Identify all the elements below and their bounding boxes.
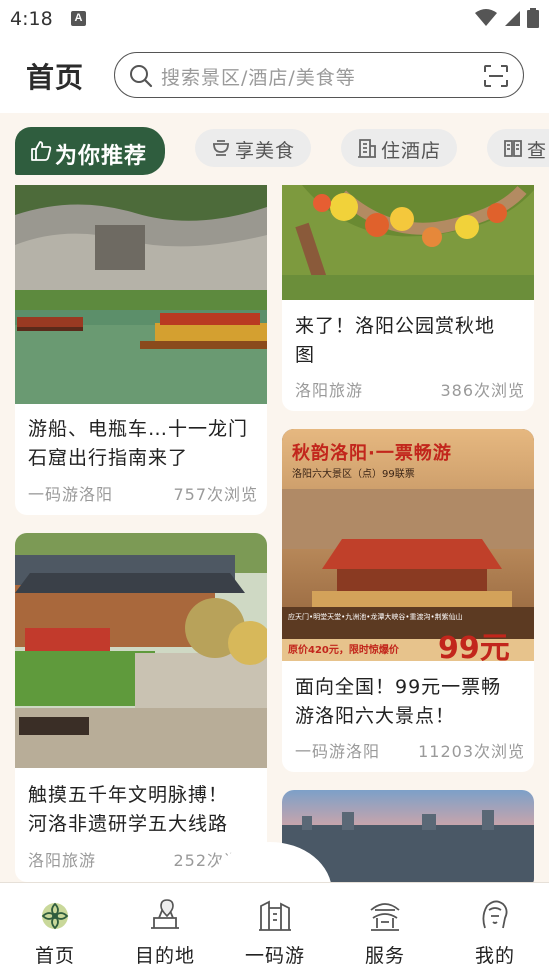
tab-label: 查 (527, 140, 548, 162)
card-views: 757次浏览 (173, 485, 258, 504)
card-image-heritage-building (15, 533, 267, 768)
feed-card[interactable]: 触摸五千年文明脉搏！ 河洛非遗研学五大线路 洛阳旅游 252次浏览 (15, 533, 267, 882)
search-placeholder: 搜索景区/酒店/美食等 (161, 67, 356, 89)
nav-home[interactable]: 首页 (0, 883, 110, 976)
profile-icon (482, 900, 508, 929)
status-bar: 4:18 A (0, 0, 549, 38)
card-source: 洛阳旅游 (28, 851, 97, 870)
search-bar[interactable]: 搜索景区/酒店/美食等 (114, 52, 524, 98)
thumbs-up-icon (31, 141, 52, 161)
hotel-icon (358, 139, 376, 158)
nav-service[interactable]: 服务 (330, 883, 440, 976)
food-icon (213, 140, 229, 156)
service-pavilion-icon (370, 903, 400, 931)
card-image-autumn-park (282, 185, 534, 300)
tab-hotel[interactable]: 住酒店 (341, 129, 457, 167)
nav-destination[interactable]: 目的地 (110, 883, 220, 976)
system-icons (475, 8, 539, 28)
search-icon (130, 65, 153, 88)
nav-label: 一码游 (244, 945, 305, 967)
page-title: 首页 (26, 61, 85, 94)
battery-icon (527, 8, 539, 28)
feed-card[interactable]: 秋韵洛阳·一票畅游 洛阳六大景区（点）99联票 应天门•明堂天堂•九洲池•龙潭大… (282, 429, 534, 772)
tab-label: 住酒店 (381, 140, 442, 162)
card-image-longmen-grottoes (15, 185, 267, 404)
bottom-nav: 首页 目的地 一码游 服务 我的 (0, 882, 549, 976)
nav-label: 首页 (34, 945, 75, 967)
tab-lookup[interactable]: 查 (487, 129, 549, 167)
nav-profile[interactable]: 我的 (440, 883, 549, 976)
card-title: 触摸五千年文明脉搏！ 河洛非遗研学五大线路 (28, 784, 229, 835)
nav-label: 目的地 (134, 945, 195, 967)
card-views: 386次浏览 (440, 381, 525, 400)
tab-label: 为你推荐 (55, 144, 148, 169)
status-time: 4:18 (10, 8, 53, 30)
signal-icon (505, 11, 520, 26)
card-views: 11203次浏览 (418, 742, 525, 761)
nav-label: 服务 (364, 945, 405, 967)
feed-card[interactable]: 游船、电瓶车…十一龙门 石窟出行指南来了 一码游洛阳 757次浏览 (15, 185, 267, 515)
feed-card[interactable]: 来了！洛阳公园赏秋地 图 洛阳旅游 386次浏览 (282, 185, 534, 411)
tab-label: 享美食 (235, 140, 296, 162)
category-tabs: 为你推荐 享美食 住酒店 查 (0, 113, 549, 185)
card-image-promo-poster: 秋韵洛阳·一票畅游 洛阳六大景区（点）99联票 应天门•明堂天堂•九洲池•龙潭大… (282, 429, 534, 661)
poster-subtitle: 洛阳六大景区（点）99联票 (292, 469, 415, 480)
destination-icon (151, 899, 179, 929)
poster-price: 99元 (438, 631, 510, 661)
poster-price-note: 原价420元，限时惊爆价 (288, 645, 399, 656)
poster-headline: 秋韵洛阳·一票畅游 (292, 443, 452, 464)
poster-spots: 应天门•明堂天堂•九洲池•龙潭大峡谷•重渡沟•荆紫仙山 (288, 613, 463, 621)
app-header: 首页 搜索景区/酒店/美食等 (0, 38, 549, 113)
book-icon (504, 140, 522, 157)
notification-icon: A (71, 11, 86, 26)
card-title: 来了！洛阳公园赏秋地 图 (295, 315, 496, 366)
one-code-tour-icon (259, 900, 291, 931)
tab-recommend[interactable]: 为你推荐 (15, 127, 165, 175)
card-title: 面向全国！99元一票畅 游洛阳六大景点！ (295, 676, 502, 727)
card-source: 一码游洛阳 (28, 485, 114, 504)
nav-label: 我的 (474, 945, 515, 967)
wifi-icon (475, 9, 497, 26)
card-source: 洛阳旅游 (295, 381, 364, 400)
scan-icon[interactable] (483, 64, 509, 88)
card-title: 游船、电瓶车…十一龙门 石窟出行指南来了 (28, 418, 249, 469)
home-peony-icon (41, 902, 69, 930)
card-source: 一码游洛阳 (295, 742, 381, 761)
nav-one-code-tour[interactable]: 一码游 (220, 883, 330, 976)
tab-food[interactable]: 享美食 (195, 129, 311, 167)
